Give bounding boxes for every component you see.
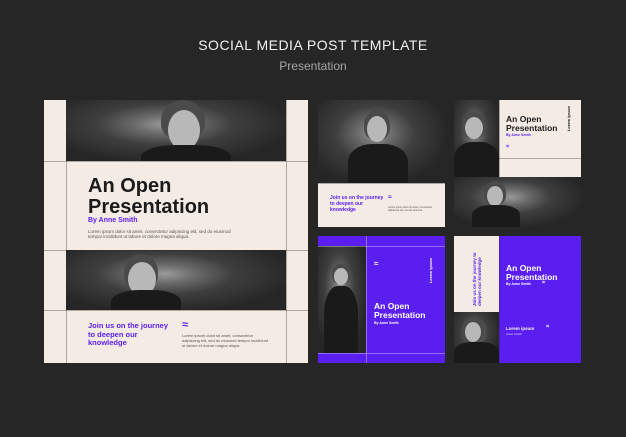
post-bottom-middle: ≈ Lorem ipsum An Open Presentation By An… bbox=[318, 236, 445, 363]
photo-woman-seated bbox=[454, 177, 581, 227]
photo-woman-seated-chair bbox=[318, 246, 366, 353]
post-bottom-right: Join us on the journey to deepen our kno… bbox=[454, 236, 581, 363]
cta-text: Join us on the journey to deepen our kno… bbox=[88, 321, 169, 348]
vertical-cta: Join us on the journey to deepen our kno… bbox=[472, 252, 482, 306]
post-title-line2: Presentation bbox=[88, 196, 210, 218]
post-top-right: An Open Presentation By Anne Smith Lorem… bbox=[454, 100, 581, 227]
post-main: An Open Presentation By Anne Smith Lorem… bbox=[44, 100, 308, 363]
post-author: By Anne Smith bbox=[506, 282, 531, 286]
post-title-line1: An Open bbox=[88, 175, 172, 197]
wave-icon: ≈ bbox=[388, 194, 392, 201]
header-subtitle: Presentation bbox=[279, 59, 347, 73]
post-title: An Open Presentation bbox=[506, 114, 558, 133]
post-title: An Open Presentation bbox=[506, 263, 558, 282]
photo-woman-glasses bbox=[66, 100, 286, 161]
post-author: By Anne Smith bbox=[88, 217, 138, 224]
cta-body: Lorem ipsum dolor sit amet, consectetur … bbox=[182, 333, 269, 348]
cta-text: Join us on the journey to deepen our kno… bbox=[330, 195, 384, 213]
footer-sub: Anne Smith bbox=[506, 332, 522, 336]
post-title: An Open Presentation bbox=[374, 301, 426, 320]
purple-panel bbox=[499, 236, 581, 363]
photo-woman-glasses bbox=[454, 100, 499, 177]
wave-icon: ≈ bbox=[506, 144, 510, 150]
vertical-label: Lorem ipsum bbox=[428, 258, 433, 284]
post-body: Lorem ipsum dolor sit amet, consectetur … bbox=[388, 206, 433, 212]
post-top-middle: Join us on the journey to deepen our kno… bbox=[318, 100, 445, 227]
wave-icon: ≈ bbox=[542, 280, 546, 286]
wave-icon: ≈ bbox=[374, 259, 379, 268]
vertical-label: Lorem ipsum bbox=[566, 106, 571, 132]
photo-woman-glasses bbox=[318, 100, 445, 183]
wave-icon: ≈ bbox=[182, 319, 189, 331]
photo-woman-seated bbox=[66, 250, 286, 310]
header-title: SOCIAL MEDIA POST TEMPLATE bbox=[198, 37, 428, 53]
post-author: By Anne Smith bbox=[506, 133, 531, 137]
wave-icon-footer: ≈ bbox=[546, 324, 550, 330]
footer-label: Lorem ipsum bbox=[506, 326, 535, 331]
post-author: By Anne Smith bbox=[374, 321, 399, 325]
photo-woman-glasses bbox=[454, 312, 499, 363]
post-body: Lorem ipsum dolor sit amet, consectetur … bbox=[88, 229, 231, 240]
